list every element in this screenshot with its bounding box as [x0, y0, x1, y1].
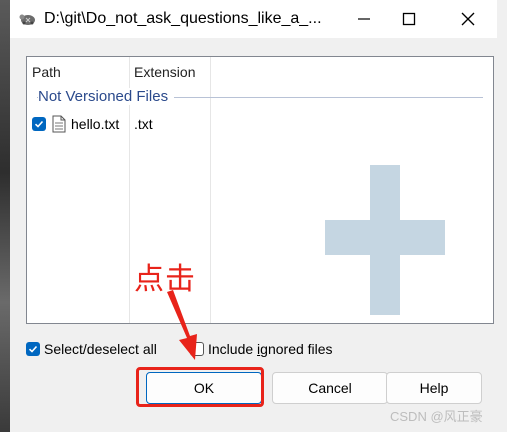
minimize-button[interactable] — [343, 0, 385, 38]
select-all-label: Select/deselect all — [44, 341, 157, 357]
maximize-button[interactable] — [388, 0, 430, 38]
background-right-edge — [497, 0, 507, 432]
select-all-checkbox[interactable]: Select/deselect all — [26, 340, 176, 360]
file-checkbox[interactable] — [32, 117, 46, 131]
select-all-check[interactable] — [26, 342, 40, 356]
file-list[interactable]: Path Extension Not Versioned Files hello… — [26, 56, 494, 324]
close-button[interactable] — [447, 0, 489, 38]
background-window-edge — [0, 0, 10, 432]
checkmark-icon — [28, 345, 38, 353]
column-header-path[interactable]: Path — [32, 64, 61, 80]
file-row[interactable]: hello.txt .txt — [27, 113, 493, 135]
commit-dialog: D:\git\Do_not_ask_questions_like_a_... P… — [10, 0, 497, 432]
help-button[interactable]: Help — [386, 372, 482, 404]
group-label-not-versioned: Not Versioned Files — [38, 88, 175, 105]
title-bar[interactable]: D:\git\Do_not_ask_questions_like_a_... — [10, 0, 497, 38]
window-title: D:\git\Do_not_ask_questions_like_a_... — [44, 10, 322, 27]
tortoisegit-icon — [18, 10, 38, 28]
column-header-extension[interactable]: Extension — [134, 64, 195, 80]
checkmark-icon — [34, 120, 44, 128]
minimize-icon — [358, 18, 370, 20]
annotation-arrow-icon — [167, 290, 197, 360]
add-plus-watermark-icon — [325, 165, 445, 315]
text-file-icon — [52, 115, 66, 133]
cancel-button[interactable]: Cancel — [272, 372, 388, 404]
csdn-watermark: CSDN @风正豪 — [390, 409, 483, 424]
file-extension: .txt — [134, 116, 153, 132]
file-path: hello.txt — [71, 116, 120, 132]
ok-highlight-box — [136, 367, 264, 407]
include-ignored-checkbox[interactable]: Include ignored files — [190, 340, 360, 360]
include-ignored-label: Include ignored files — [208, 341, 333, 357]
maximize-icon — [402, 12, 416, 26]
close-icon — [461, 12, 475, 26]
